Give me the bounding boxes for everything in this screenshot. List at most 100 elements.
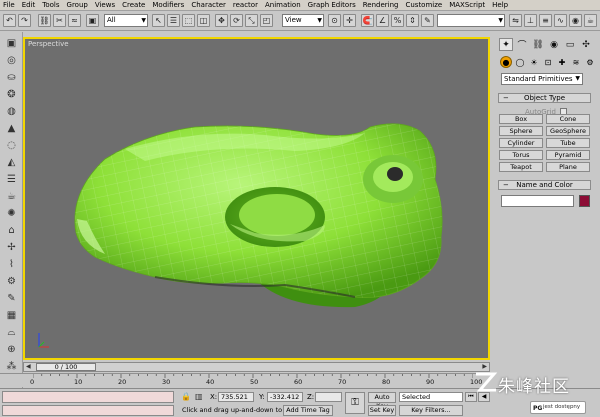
menu-item-maxscript[interactable]: MAXScript <box>449 1 485 9</box>
redo-icon[interactable]: ↷ <box>18 14 31 27</box>
named-selection-sets-dropdown[interactable]: ▼ <box>437 14 505 27</box>
object-type-rollout[interactable]: − Object Type <box>498 93 591 103</box>
select-object-icon[interactable]: ↖ <box>152 14 165 27</box>
cone-icon[interactable]: ▲ <box>4 121 19 135</box>
cylinder-button[interactable]: Cylinder <box>499 138 543 148</box>
key-mode-dropdown[interactable]: Selected <box>399 392 463 402</box>
undo-icon[interactable]: ↶ <box>3 14 16 27</box>
menu-item-customize[interactable]: Customize <box>405 1 442 9</box>
layers-icon[interactable]: ☰ <box>4 172 19 186</box>
select-link-icon[interactable]: ⛓ <box>38 14 51 27</box>
geosphere-button[interactable]: GeoSphere <box>546 126 590 136</box>
key-filters-button[interactable]: Key Filters... <box>399 405 463 416</box>
named-selection-icon[interactable]: ✎ <box>421 14 434 27</box>
pivot-center-icon[interactable]: ⊙ <box>328 14 341 27</box>
menu-item-animation[interactable]: Animation <box>265 1 301 9</box>
reference-coordinate-dropdown[interactable]: View ▼ <box>282 14 324 27</box>
snaps-toggle-icon[interactable]: 🧲 <box>361 14 374 27</box>
teapot-button[interactable]: Teapot <box>499 162 543 172</box>
particles-icon[interactable]: ⁂ <box>4 359 19 373</box>
menu-item-file[interactable]: File <box>3 1 15 9</box>
green-model[interactable] <box>25 39 488 358</box>
helper-icon[interactable]: ✢ <box>4 240 19 254</box>
key-icon[interactable]: ⚿ <box>345 392 365 414</box>
spacewarps-category-icon[interactable]: ≋ <box>570 56 582 68</box>
modify-tab-icon[interactable]: ⌒ <box>515 38 529 51</box>
rotate-icon[interactable]: ⟳ <box>230 14 243 27</box>
menu-item-character[interactable]: Character <box>191 1 226 9</box>
z-coordinate-field[interactable] <box>315 392 342 402</box>
maxscript-listener[interactable] <box>2 391 174 403</box>
material-editor-icon[interactable]: ◉ <box>569 14 582 27</box>
tube-icon[interactable]: ◍ <box>4 104 19 118</box>
teapot-icon[interactable]: ☕ <box>4 189 19 203</box>
camera-icon[interactable]: ⌂ <box>4 223 19 237</box>
angle-snap-icon[interactable]: ∠ <box>376 14 389 27</box>
rectangular-selection-icon[interactable]: ⬚ <box>182 14 195 27</box>
menu-item-edit[interactable]: Edit <box>22 1 36 9</box>
bind-spacewarp-icon[interactable]: ≈ <box>68 14 81 27</box>
move-icon[interactable]: ✥ <box>215 14 228 27</box>
cylinder-icon[interactable]: ⛀ <box>4 70 19 84</box>
perspective-viewport[interactable]: Perspective <box>23 37 490 360</box>
layer-manager-icon[interactable]: ≡ <box>539 14 552 27</box>
torus-icon[interactable]: ◌ <box>4 138 19 152</box>
y-coordinate-field[interactable]: -332.412 <box>267 392 303 402</box>
add-time-tag-button[interactable]: Add Time Tag <box>283 405 333 416</box>
menu-item-tools[interactable]: Tools <box>42 1 59 9</box>
menu-item-help[interactable]: Help <box>492 1 508 9</box>
menu-item-views[interactable]: Views <box>95 1 115 9</box>
geometry-category-icon[interactable]: ● <box>500 56 512 68</box>
display-tab-icon[interactable]: ▭ <box>563 38 577 51</box>
scale-icon[interactable]: ⤡ <box>245 14 258 27</box>
cone-button[interactable]: Cone <box>546 114 590 124</box>
time-slider-thumb[interactable]: 0 / 100 <box>36 363 96 371</box>
nurbs-icon[interactable]: ⌓ <box>4 325 19 339</box>
plane-button[interactable]: Plane <box>546 162 590 172</box>
torus-button[interactable]: Torus <box>499 150 543 160</box>
selection-filter-dropdown[interactable]: All ▼ <box>104 14 148 27</box>
object-color-swatch[interactable] <box>579 195 590 207</box>
utilities-tab-icon[interactable]: ✣ <box>579 38 593 51</box>
create-tab-icon[interactable]: ✦ <box>499 38 513 51</box>
box-button[interactable]: Box <box>499 114 543 124</box>
chevron-left-icon[interactable]: ◀ <box>26 363 31 370</box>
cameras-category-icon[interactable]: ⊡ <box>542 56 554 68</box>
curve-editor-icon[interactable]: ∿ <box>554 14 567 27</box>
menu-item-group[interactable]: Group <box>67 1 88 9</box>
menu-item-rendering[interactable]: Rendering <box>363 1 399 9</box>
shapes-category-icon[interactable]: ◯ <box>514 56 526 68</box>
primitive-type-dropdown[interactable]: Standard Primitives ▼ <box>501 73 583 85</box>
auto-key-button[interactable]: Auto Key <box>368 392 396 410</box>
set-key-button[interactable]: Set Key <box>368 405 396 416</box>
spacewarp-icon[interactable]: ⌇ <box>4 257 19 271</box>
scale-uniform-icon[interactable]: ◰ <box>260 14 273 27</box>
menu-item-reactor[interactable]: reactor <box>233 1 258 9</box>
selection-lock-icon[interactable]: 🔒 <box>181 392 191 401</box>
select-manipulate-icon[interactable]: ✛ <box>343 14 356 27</box>
render-scene-icon[interactable]: ☕ <box>584 14 597 27</box>
hierarchy-tab-icon[interactable]: ⛓ <box>531 38 545 51</box>
pyramid-button[interactable]: Pyramid <box>546 150 590 160</box>
menu-item-graph-editors[interactable]: Graph Editors <box>308 1 356 9</box>
tube-button[interactable]: Tube <box>546 138 590 148</box>
percent-snap-icon[interactable]: % <box>391 14 404 27</box>
compound-icon[interactable]: ⊕ <box>4 342 19 356</box>
unlink-icon[interactable]: ✂ <box>53 14 66 27</box>
window-crossing-icon[interactable]: ◫ <box>197 14 210 27</box>
motion-tab-icon[interactable]: ◉ <box>547 38 561 51</box>
align-icon[interactable]: ⊥ <box>524 14 537 27</box>
sphere-button[interactable]: Sphere <box>499 126 543 136</box>
spinner-snap-icon[interactable]: ⇕ <box>406 14 419 27</box>
absolute-mode-icon[interactable]: ▥ <box>195 392 203 401</box>
box-icon[interactable]: ▣ <box>4 36 19 50</box>
mirror-icon[interactable]: ⇋ <box>509 14 522 27</box>
name-color-rollout[interactable]: − Name and Color <box>498 180 591 190</box>
time-slider[interactable]: ◀ 0 / 100 ▶ <box>23 362 490 372</box>
menu-item-create[interactable]: Create <box>122 1 145 9</box>
patch-icon[interactable]: ▦ <box>4 308 19 322</box>
light-icon[interactable]: ✺ <box>4 206 19 220</box>
select-by-name-icon[interactable]: ☰ <box>167 14 180 27</box>
x-coordinate-field[interactable]: 735.521 <box>218 392 254 402</box>
track-bar[interactable]: 0 10 20 30 40 50 60 70 80 90 100 <box>0 373 490 387</box>
